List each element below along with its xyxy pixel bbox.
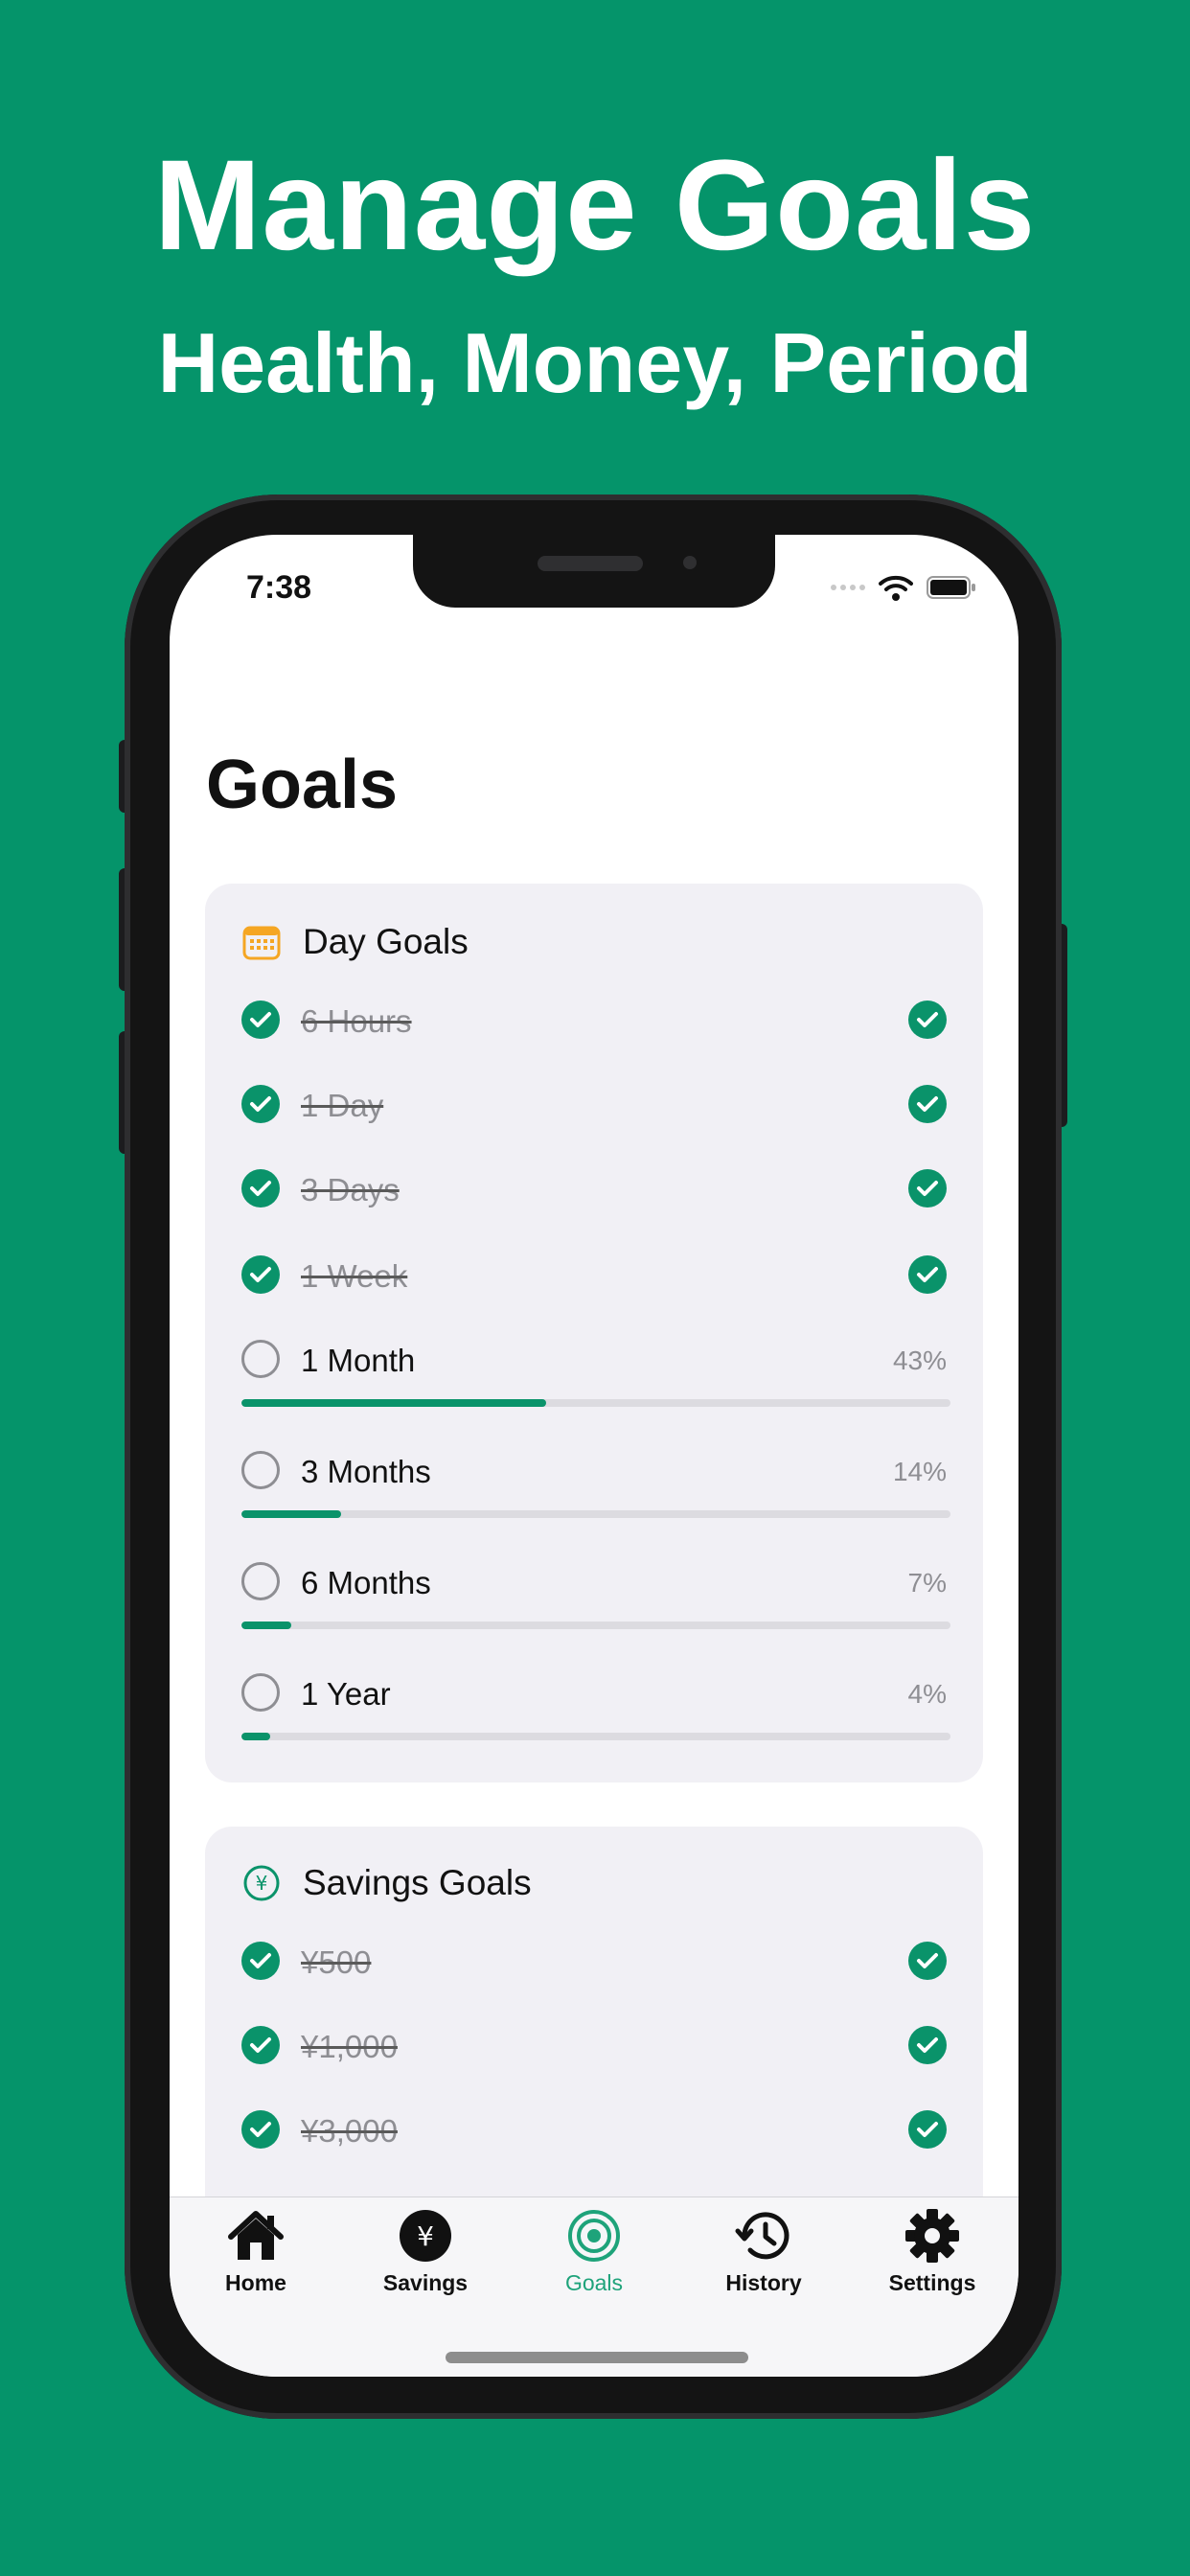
goal-row-6-months[interactable]: 6 Months 7% — [241, 1558, 950, 1629]
goal-label: 6 Months — [301, 1565, 431, 1600]
status-time: 7:38 — [246, 569, 312, 606]
goal-label: ¥500 — [301, 1944, 372, 1980]
check-circle-icon — [241, 1942, 280, 1980]
empty-circle-icon — [241, 1673, 280, 1712]
goal-label: 1 Week — [301, 1258, 408, 1294]
progress-bar — [241, 1622, 950, 1629]
goal-label: 1 Year — [301, 1676, 391, 1712]
savings-row-1000[interactable]: ¥1,000 — [241, 2022, 947, 2068]
day-goals-title: Day Goals — [303, 922, 469, 961]
svg-text:¥: ¥ — [256, 1872, 268, 1895]
tab-label: Savings — [382, 2270, 469, 2295]
completed-check-icon — [908, 1000, 947, 1039]
status-icons — [831, 573, 976, 602]
completed-check-icon — [908, 2110, 947, 2149]
calendar-icon — [241, 922, 282, 962]
goal-row-3-days[interactable]: 3 Days — [241, 1165, 947, 1211]
battery-icon — [927, 576, 975, 599]
goal-row-1-year[interactable]: 1 Year 4% — [241, 1669, 950, 1740]
history-clock-icon — [687, 2207, 840, 2265]
goal-row-1-month[interactable]: 1 Month 43% — [241, 1336, 950, 1407]
progress-bar — [241, 1510, 950, 1518]
phone-screen: 7:38 Goals Day Goals 6 Hours 1 Day 3 Day… — [170, 535, 1018, 2377]
promo-subtitle: Health, Money, Period — [157, 315, 1033, 410]
check-circle-icon — [241, 2110, 280, 2149]
wifi-icon — [879, 575, 913, 601]
page-title: Goals — [206, 747, 399, 823]
goal-row-3-months[interactable]: 3 Months 14% — [241, 1447, 950, 1518]
day-goals-card: Day Goals 6 Hours 1 Day 3 Days 1 Week 1 … — [205, 884, 983, 1782]
speaker — [538, 556, 643, 571]
goal-row-1-day[interactable]: 1 Day — [241, 1081, 947, 1127]
goal-row-1-week[interactable]: 1 Week — [241, 1252, 947, 1298]
goal-label: 6 Hours — [301, 1003, 412, 1039]
tab-label: History — [725, 2270, 802, 2295]
goal-label: 3 Months — [301, 1454, 431, 1489]
progress-fill — [241, 1510, 341, 1518]
goal-percent: 7% — [907, 1568, 947, 1598]
empty-circle-icon — [241, 1340, 280, 1378]
completed-check-icon — [908, 1255, 947, 1294]
promo-title: Manage Goals — [153, 134, 1037, 277]
savings-row-3000[interactable]: ¥3,000 — [241, 2106, 947, 2152]
check-circle-icon — [241, 1000, 280, 1039]
goal-label: ¥3,000 — [301, 2113, 398, 2149]
check-circle-icon — [241, 1255, 280, 1294]
gear-icon — [856, 2207, 1009, 2265]
home-indicator[interactable] — [446, 2352, 748, 2363]
tab-history[interactable]: History — [687, 2207, 840, 2312]
goal-label: 1 Month — [301, 1343, 416, 1378]
goal-label: ¥1,000 — [301, 2029, 398, 2064]
savings-goals-header: ¥ Savings Goals — [241, 1859, 532, 1907]
signal-icon — [831, 585, 865, 590]
check-circle-icon — [241, 1085, 280, 1123]
empty-circle-icon — [241, 1451, 280, 1489]
check-circle-icon — [241, 2026, 280, 2064]
savings-row-500[interactable]: ¥500 — [241, 1938, 947, 1984]
target-icon — [517, 2207, 671, 2265]
progress-bar — [241, 1399, 950, 1407]
yen-coin-icon: ¥ — [349, 2207, 502, 2265]
yen-circle-icon: ¥ — [241, 1863, 282, 1903]
goal-label: 1 Day — [301, 1088, 384, 1123]
notch — [413, 535, 775, 608]
tab-home[interactable]: Home — [179, 2207, 332, 2312]
tab-goals[interactable]: Goals — [517, 2207, 671, 2312]
goal-percent: 4% — [907, 1679, 947, 1709]
check-circle-icon — [241, 1169, 280, 1208]
tab-savings[interactable]: ¥ Savings — [349, 2207, 502, 2312]
completed-check-icon — [908, 1085, 947, 1123]
progress-fill — [241, 1622, 291, 1629]
tab-label: Goals — [564, 2270, 624, 2295]
tab-bar: Home ¥ Savings Goals History Settings — [170, 2196, 1018, 2377]
goal-label: 3 Days — [301, 1172, 400, 1208]
svg-text:¥: ¥ — [417, 2220, 434, 2252]
goal-row-6-hours[interactable]: 6 Hours — [241, 997, 947, 1043]
day-goals-header: Day Goals — [241, 918, 469, 966]
tab-label: Home — [225, 2270, 286, 2295]
completed-check-icon — [908, 1169, 947, 1208]
progress-fill — [241, 1733, 270, 1740]
tab-label: Settings — [888, 2270, 976, 2295]
goal-percent: 14% — [892, 1457, 947, 1486]
camera — [683, 556, 697, 569]
progress-fill — [241, 1399, 547, 1407]
progress-bar — [241, 1733, 950, 1740]
house-icon — [179, 2207, 332, 2265]
goal-percent: 43% — [892, 1346, 947, 1375]
tab-settings[interactable]: Settings — [856, 2207, 1009, 2312]
completed-check-icon — [908, 2026, 947, 2064]
empty-circle-icon — [241, 1562, 280, 1600]
completed-check-icon — [908, 1942, 947, 1980]
savings-goals-title: Savings Goals — [303, 1863, 532, 1902]
